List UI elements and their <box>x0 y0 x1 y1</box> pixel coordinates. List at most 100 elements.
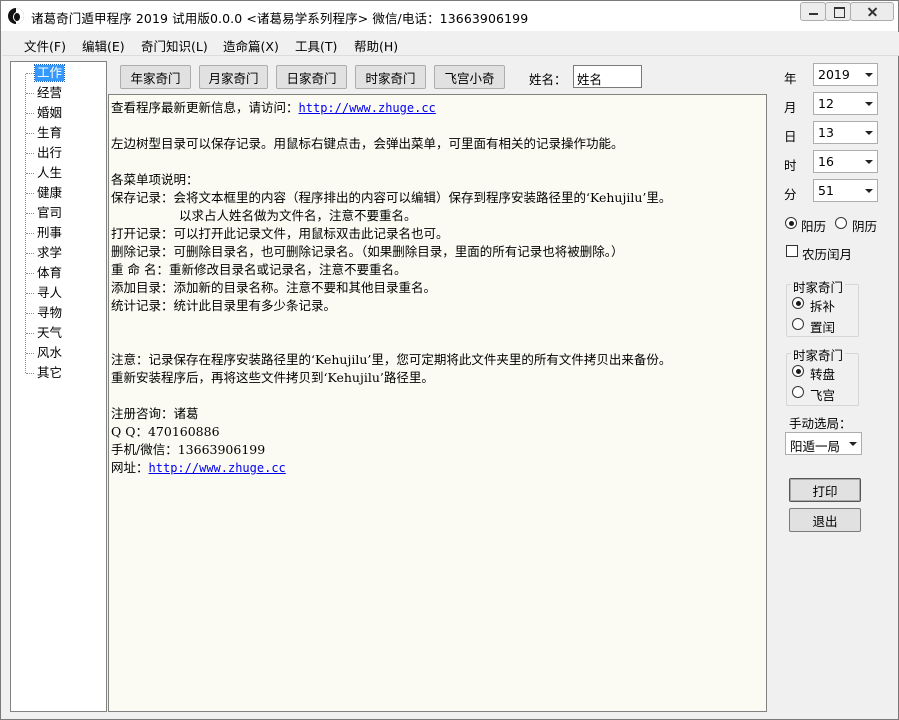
chevron-down-icon <box>865 160 873 164</box>
leap-month-label: 农历闰月 <box>802 247 853 262</box>
tree-item[interactable]: 体育 <box>26 264 96 282</box>
title-bar: 诸葛奇门遁甲程序 2019 试用版0.0.0 <诸葛易学系列程序> 微信/电话：… <box>1 1 898 31</box>
text-line: 删除记录：可删除目录名，也可删除记录名。（如果删除目录，里面的所有记录也将被删除… <box>111 244 624 259</box>
chevron-down-icon <box>865 102 873 106</box>
tree-item[interactable]: 健康 <box>26 184 96 202</box>
tree-item-label: 求学 <box>37 245 63 260</box>
zhirun-label: 置闰 <box>810 320 836 335</box>
year-select[interactable]: 2019 <box>813 63 878 86</box>
chaibu-label: 拆补 <box>810 299 836 314</box>
tree-item[interactable]: 官司 <box>26 204 96 222</box>
tree-item-label: 官司 <box>37 205 63 220</box>
tree-item-label: 工作 <box>33 64 66 82</box>
solar-label: 阳历 <box>801 219 827 234</box>
tree-item-label: 人生 <box>37 165 63 180</box>
menu-tools[interactable]: 工具(T) <box>295 36 337 55</box>
zhuanpan-radio[interactable] <box>792 365 804 377</box>
tree-item[interactable]: 刑事 <box>26 224 96 242</box>
hour-value: 16 <box>818 154 834 169</box>
nian-qimen-button[interactable]: 年家奇门 <box>120 65 191 89</box>
month-select[interactable]: 12 <box>813 92 878 115</box>
tree-item[interactable]: 人生 <box>26 164 96 182</box>
tree-item[interactable]: 其它 <box>26 364 96 382</box>
chevron-down-icon <box>865 189 873 193</box>
text-segment: 网址： <box>111 460 149 475</box>
menu-bar: 文件(F) 编辑(E) 奇门知识(L) 造命篇(X) 工具(T) 帮助(H) <box>2 32 899 56</box>
app-window: 诸葛奇门遁甲程序 2019 试用版0.0.0 <诸葛易学系列程序> 微信/电话：… <box>0 0 899 720</box>
text-line: 网址：http://www.zhuge.cc <box>111 459 286 477</box>
lunar-label: 阴历 <box>852 219 878 234</box>
minute-label: 分 <box>784 187 797 202</box>
tree-item[interactable]: 经营 <box>26 84 96 102</box>
tree-item[interactable]: 风水 <box>26 344 96 362</box>
zhuanpan-label: 转盘 <box>810 367 836 382</box>
menu-help[interactable]: 帮助(H) <box>354 36 398 55</box>
text-line: 统计记录：统计此目录里有多少条记录。 <box>111 298 337 313</box>
lunar-radio[interactable] <box>835 217 847 229</box>
text-line: 左边树型目录可以保存记录。用鼠标右键点击，会弹出菜单，可里面有相关的记录操作功能… <box>111 136 624 151</box>
text-segment: 查看程序最新更新信息，请访问： <box>111 100 299 115</box>
exit-button[interactable]: 退出 <box>789 508 861 532</box>
chevron-down-icon <box>849 442 857 446</box>
text-line: Q Q：470160886 <box>111 424 220 439</box>
close-icon[interactable] <box>850 2 894 21</box>
feigong-xiaoqi-button[interactable]: 飞宫小奇 <box>434 65 505 89</box>
tree-item-label: 风水 <box>37 345 63 360</box>
text-line: 重 命 名：重新修改目录名或记录名，注意不要重名。 <box>111 262 407 277</box>
ri-qimen-button[interactable]: 日家奇门 <box>276 65 347 89</box>
result-textarea[interactable]: 查看程序最新更新信息，请访问：http://www.zhuge.cc 左边树型目… <box>108 94 767 712</box>
minute-select[interactable]: 51 <box>813 179 878 202</box>
chaibu-radio[interactable] <box>792 297 804 309</box>
tree-item[interactable]: 工作 <box>26 64 96 82</box>
website-link[interactable]: http://www.zhuge.cc <box>149 461 286 475</box>
text-line: 添加目录：添加新的目录名称。注意不要和其他目录重名。 <box>111 280 437 295</box>
year-value: 2019 <box>818 67 850 82</box>
month-value: 12 <box>818 96 834 111</box>
tree-item-label: 其它 <box>37 365 63 380</box>
maximize-icon[interactable] <box>825 2 851 21</box>
menu-file[interactable]: 文件(F) <box>24 36 66 55</box>
tree-item[interactable]: 生育 <box>26 124 96 142</box>
manual-select-value: 阳遁一局 <box>790 439 841 454</box>
name-input[interactable]: 姓名 <box>573 65 642 88</box>
shi-qimen-button[interactable]: 时家奇门 <box>355 65 426 89</box>
text-line: 查看程序最新更新信息，请访问：http://www.zhuge.cc <box>111 99 436 117</box>
day-label: 日 <box>784 129 797 144</box>
day-select[interactable]: 13 <box>813 121 878 144</box>
text-line: 保存记录：会将文本框里的内容（程序排出的内容可以编辑）保存到程序安装路径里的‘K… <box>111 190 672 205</box>
tree-item[interactable]: 出行 <box>26 144 96 162</box>
tree-item[interactable]: 寻物 <box>26 304 96 322</box>
text-line: 以求占人姓名做为文件名，注意不要重名。 <box>179 208 417 223</box>
print-button[interactable]: 打印 <box>789 478 861 502</box>
tree-item[interactable]: 天气 <box>26 324 96 342</box>
tree-item-label: 健康 <box>37 185 63 200</box>
record-tree[interactable]: 工作 经营 婚姻 生育 出行 人生 健康 官司 刑事 求学 体育 寻人 寻物 天… <box>10 61 107 712</box>
tree-item-label: 寻人 <box>37 285 63 300</box>
plate-type-title: 时家奇门 <box>791 345 846 364</box>
menu-qimen-knowledge[interactable]: 奇门知识(L) <box>141 36 208 55</box>
minute-value: 51 <box>818 183 834 198</box>
tree-item[interactable]: 婚姻 <box>26 104 96 122</box>
manual-select[interactable]: 阳遁一局 <box>785 432 862 455</box>
tree-item-label: 天气 <box>37 325 63 340</box>
feigong-radio[interactable] <box>792 386 804 398</box>
hour-label: 时 <box>784 158 797 173</box>
leap-month-checkbox[interactable] <box>786 245 798 257</box>
yue-qimen-button[interactable]: 月家奇门 <box>199 65 268 89</box>
menu-edit[interactable]: 编辑(E) <box>82 36 125 55</box>
yin-yang-icon <box>8 8 24 24</box>
tree-item[interactable]: 求学 <box>26 244 96 262</box>
website-link[interactable]: http://www.zhuge.cc <box>299 101 436 115</box>
tree-item[interactable]: 寻人 <box>26 284 96 302</box>
menu-zaoming[interactable]: 造命篇(X) <box>223 36 279 55</box>
minimize-icon[interactable] <box>800 2 826 21</box>
tree-item-label: 婚姻 <box>37 105 63 120</box>
hour-select[interactable]: 16 <box>813 150 878 173</box>
tree-item-label: 刑事 <box>37 225 63 240</box>
solar-radio[interactable] <box>785 217 797 229</box>
chevron-down-icon <box>865 131 873 135</box>
zhirun-radio[interactable] <box>792 318 804 330</box>
tree-item-label: 寻物 <box>37 305 63 320</box>
text-line: 各菜单项说明： <box>111 172 199 187</box>
tree-item-label: 经营 <box>37 85 63 100</box>
